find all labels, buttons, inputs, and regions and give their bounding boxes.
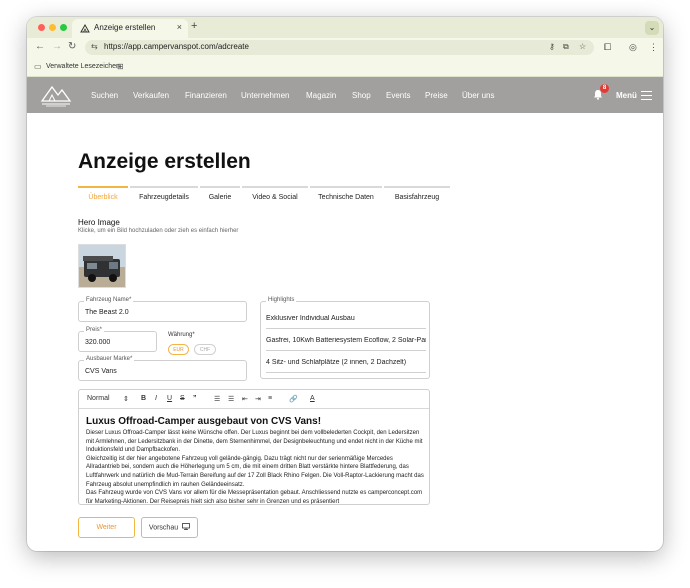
- editor-paragraph: Das Fahrzeug wurde von CVS Vans vor alle…: [86, 490, 423, 505]
- highlight-divider: [266, 350, 426, 351]
- nav-shop[interactable]: Shop: [352, 91, 371, 100]
- apps-grid-icon[interactable]: ⊞: [117, 62, 124, 71]
- ordered-list-icon[interactable]: ☰: [214, 395, 220, 403]
- format-select[interactable]: Normal: [87, 395, 110, 402]
- nav-magazin[interactable]: Magazin: [306, 91, 336, 100]
- underline-icon[interactable]: U: [167, 395, 172, 402]
- link-icon[interactable]: 🔗: [289, 395, 298, 403]
- indent-icon[interactable]: ⇥: [255, 395, 261, 403]
- nav-preise[interactable]: Preise: [425, 91, 448, 100]
- bookmark-star-icon[interactable]: ☆: [579, 42, 586, 51]
- minimize-window-button[interactable]: [49, 24, 56, 31]
- bullet-list-icon[interactable]: ☰: [228, 395, 234, 403]
- tab-title: Anzeige erstellen: [94, 23, 156, 32]
- format-select-chevron-icon[interactable]: ⇕: [123, 395, 129, 403]
- tab-strip: Anzeige erstellen × + ⌄: [27, 17, 663, 38]
- nav-ueber-uns[interactable]: Über uns: [462, 91, 494, 100]
- close-window-button[interactable]: [38, 24, 45, 31]
- next-button[interactable]: Weiter: [78, 517, 135, 538]
- builder-brand-field[interactable]: Ausbauer Marke* CVS Vans: [78, 356, 247, 381]
- url-text[interactable]: https://app.campervanspot.com/adcreate: [104, 42, 249, 51]
- folder-icon: ▭: [34, 62, 42, 71]
- italic-icon[interactable]: I: [155, 395, 157, 402]
- bookmarks-bar: ▭ Verwaltete Lesezeichen ⊞: [27, 58, 663, 77]
- currency-chf-chip[interactable]: CHF: [194, 344, 216, 355]
- campervanspot-logo[interactable]: [40, 83, 72, 112]
- strikethrough-icon[interactable]: S: [180, 395, 185, 402]
- install-app-icon[interactable]: ⧉: [563, 42, 569, 52]
- blockquote-icon[interactable]: ”: [193, 395, 197, 402]
- builder-brand-label: Ausbauer Marke*: [84, 356, 135, 362]
- vehicle-name-field[interactable]: Fahrzeug Name* The Beast 2.0: [78, 297, 247, 322]
- price-field[interactable]: Preis* 320.000: [78, 327, 157, 352]
- editor-paragraph: Dieser Luxus Offroad-Camper lässt keine …: [86, 430, 423, 454]
- highlights-field: Highlights Exklusiver Individual Ausbau …: [260, 297, 430, 379]
- currency-label: Währung*: [168, 332, 195, 338]
- highlights-label: Highlights: [266, 297, 297, 303]
- hero-image-thumbnail: [79, 245, 125, 287]
- tab-galerie[interactable]: Galerie: [200, 186, 240, 206]
- reload-icon[interactable]: ↻: [68, 41, 76, 52]
- tab-fahrzeugdetails[interactable]: Fahrzeugdetails: [130, 186, 198, 206]
- favicon-icon: [80, 23, 90, 33]
- monitor-icon: [182, 523, 190, 532]
- nav-suchen[interactable]: Suchen: [91, 91, 118, 100]
- hero-image-upload[interactable]: [78, 244, 126, 288]
- page-title: Anzeige erstellen: [78, 150, 251, 173]
- extensions-icon[interactable]: ⧠: [604, 42, 611, 53]
- new-tab-button[interactable]: +: [191, 20, 197, 32]
- nav-unternehmen[interactable]: Unternehmen: [241, 91, 289, 100]
- browser-toolbar: ← → ↻ ⇆ https://app.campervanspot.com/ad…: [27, 38, 663, 58]
- nav-finanzieren[interactable]: Finanzieren: [185, 91, 227, 100]
- nav-verkaufen[interactable]: Verkaufen: [133, 91, 169, 100]
- vehicle-name-input[interactable]: The Beast 2.0: [85, 309, 129, 316]
- highlight-divider: [266, 328, 426, 329]
- editor-content[interactable]: Luxus Offroad-Camper ausgebaut von CVS V…: [86, 416, 424, 505]
- currency-eur-chip[interactable]: EUR: [168, 344, 189, 355]
- price-label: Preis*: [84, 327, 105, 333]
- builder-brand-input[interactable]: CVS Vans: [85, 368, 117, 375]
- hero-image-hint: Klicke, um ein Bild hochzuladen oder zie…: [78, 228, 239, 234]
- price-input[interactable]: 320.000: [85, 339, 110, 346]
- outdent-icon[interactable]: ⇤: [242, 395, 248, 403]
- preview-button[interactable]: Vorschau: [141, 517, 198, 538]
- nav-events[interactable]: Events: [386, 91, 410, 100]
- maximize-window-button[interactable]: [60, 24, 67, 31]
- address-bar[interactable]: ⇆ https://app.campervanspot.com/adcreate…: [85, 40, 594, 55]
- editor-toolbar: Normal ⇕ B I U S ” ☰ ☰ ⇤ ⇥ ≡ 🔗 A: [79, 390, 429, 409]
- browser-menu-icon[interactable]: ⋮: [649, 42, 658, 53]
- text-color-icon[interactable]: A: [310, 395, 315, 402]
- managed-bookmarks-link[interactable]: Verwaltete Lesezeichen: [46, 63, 120, 70]
- site-header: Suchen Verkaufen Finanzieren Unternehmen…: [27, 77, 663, 113]
- browser-window: Anzeige erstellen × + ⌄ ← → ↻ ⇆ https://…: [27, 17, 663, 551]
- password-key-icon[interactable]: ⚷: [549, 42, 555, 51]
- highlight-item-2[interactable]: Gasfrei, 10Kwh Batteriesystem Ecoflow, 2…: [266, 337, 426, 344]
- back-arrow-icon[interactable]: ←: [35, 41, 45, 52]
- notification-badge: 8: [600, 84, 609, 93]
- preview-button-label: Vorschau: [148, 524, 179, 532]
- highlight-item-1[interactable]: Exklusiver Individual Ausbau: [266, 315, 426, 322]
- hamburger-icon[interactable]: [641, 91, 652, 103]
- description-editor: Normal ⇕ B I U S ” ☰ ☰ ⇤ ⇥ ≡ 🔗 A Luxus O…: [78, 389, 430, 505]
- menu-button[interactable]: Menü: [616, 91, 637, 100]
- tab-close-icon[interactable]: ×: [177, 22, 182, 32]
- hero-image-label: Hero Image: [78, 218, 120, 227]
- tab-search-chevron-icon[interactable]: ⌄: [645, 21, 659, 35]
- highlight-divider: [266, 372, 426, 373]
- tab-technische-daten[interactable]: Technische Daten: [310, 186, 382, 206]
- highlight-item-3[interactable]: 4 Sitz- und Schlafplätze (2 innen, 2 Dac…: [266, 359, 426, 366]
- tab-basisfahrzeug[interactable]: Basisfahrzeug: [384, 186, 450, 206]
- align-icon[interactable]: ≡: [268, 395, 272, 402]
- editor-paragraph: Gleichzeitig ist der hier angebotene Fah…: [86, 455, 424, 488]
- vehicle-name-label: Fahrzeug Name*: [84, 297, 134, 303]
- site-settings-icon[interactable]: ⇆: [91, 42, 98, 51]
- browser-tab[interactable]: Anzeige erstellen ×: [72, 19, 188, 38]
- profile-icon[interactable]: ◎: [629, 42, 637, 53]
- bold-icon[interactable]: B: [141, 395, 146, 402]
- tab-video-social[interactable]: Video & Social: [242, 186, 308, 206]
- editor-heading: Luxus Offroad-Camper ausgebaut von CVS V…: [86, 416, 322, 427]
- forward-arrow-icon[interactable]: →: [52, 41, 62, 52]
- tab-ueberblick[interactable]: Überblick: [78, 186, 128, 206]
